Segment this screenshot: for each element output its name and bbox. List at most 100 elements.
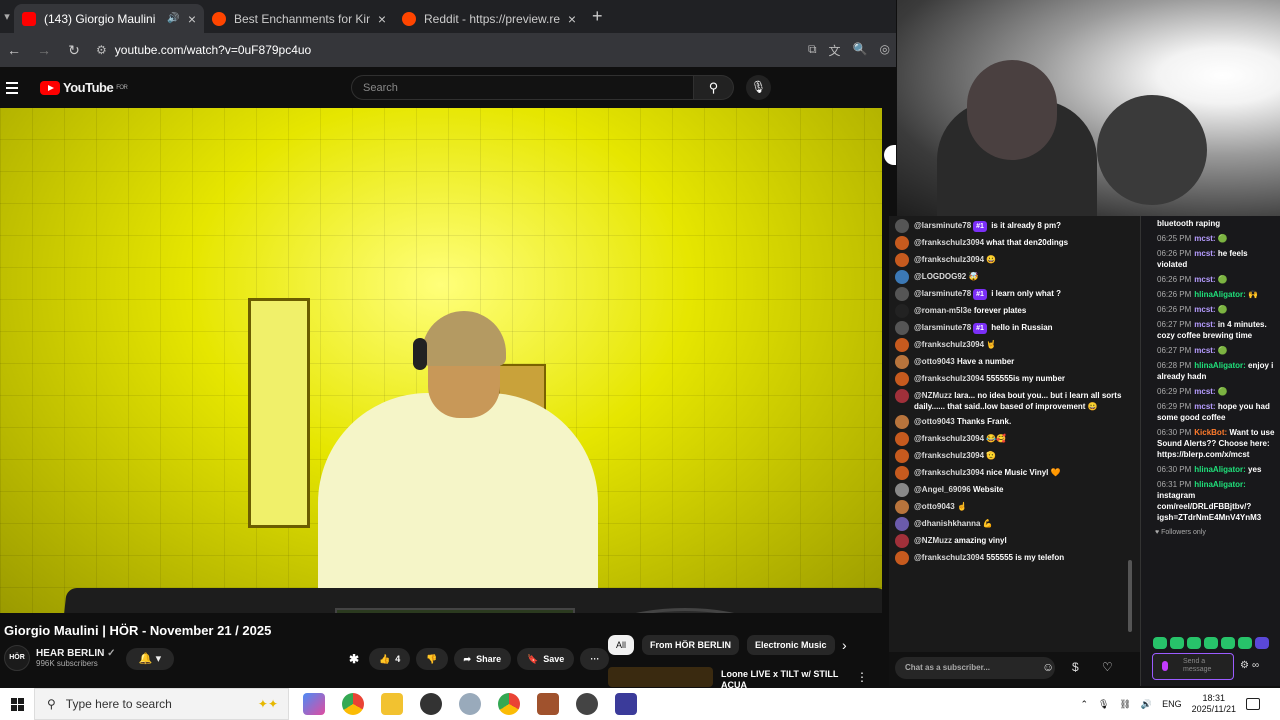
game-icon[interactable] — [537, 693, 559, 715]
app-icon[interactable] — [459, 693, 481, 715]
search-icon[interactable]: ⚲ — [694, 75, 734, 100]
chat-username[interactable]: @otto9043 — [914, 417, 955, 426]
stream-chat-username[interactable]: mcst: — [1194, 346, 1215, 355]
chat-avatar[interactable] — [895, 219, 909, 233]
save-button[interactable]: 🔖 Save — [517, 648, 575, 670]
chat-username[interactable]: @NZMuzz — [914, 391, 952, 400]
copilot-icon[interactable] — [303, 693, 325, 715]
chat-avatar[interactable] — [895, 253, 909, 267]
channel-avatar[interactable]: HÖR — [4, 645, 30, 671]
emote-icon[interactable] — [1238, 637, 1252, 649]
tracking-protection-icon[interactable]: ◎ — [880, 42, 890, 59]
chevron-right-icon[interactable]: › — [842, 637, 847, 653]
dislike-button[interactable]: 👎 — [416, 648, 448, 670]
taskbar-search[interactable]: ⚲ Type here to search ✦✦ — [34, 688, 289, 720]
notification-icon[interactable] — [1246, 698, 1260, 710]
microphone-icon[interactable]: 🎙 — [1098, 699, 1109, 710]
reload-icon[interactable]: ↻ — [66, 42, 82, 59]
close-tab-icon[interactable]: × — [378, 11, 386, 27]
network-icon[interactable]: ⛓ — [1119, 699, 1130, 710]
stream-chat-username[interactable]: mcst: — [1194, 320, 1215, 329]
obs-icon[interactable] — [576, 693, 598, 715]
tab-enchantments[interactable]: Best Enchanments for King's Ed × — [204, 4, 394, 33]
chat-avatar[interactable] — [895, 338, 909, 352]
app-icon[interactable] — [420, 693, 442, 715]
chat-avatar[interactable] — [895, 270, 909, 284]
chat-avatar[interactable] — [895, 389, 909, 403]
stream-chat-username[interactable]: mcst: — [1194, 402, 1215, 411]
chat-username[interactable]: @NZMuzz — [914, 536, 952, 545]
infinity-icon[interactable]: ∞ — [1252, 660, 1262, 671]
back-arrow-icon[interactable]: ← — [6, 42, 22, 58]
emote-icon[interactable] — [1153, 637, 1167, 649]
new-tab-plus-icon[interactable]: + — [592, 6, 603, 27]
chat-avatar[interactable] — [895, 321, 909, 335]
emote-icon[interactable] — [1221, 637, 1235, 649]
like-button[interactable]: 👍 4 — [369, 648, 411, 670]
chat-username[interactable]: @frankschulz3094 — [914, 451, 984, 460]
tab-youtube[interactable]: (143) Giorgio Maulini | HÖR 🔊 × — [14, 4, 204, 33]
chat-avatar[interactable] — [895, 304, 909, 318]
chat-username[interactable]: @frankschulz3094 — [914, 434, 984, 443]
emote-icon[interactable] — [1170, 637, 1184, 649]
chat-username[interactable]: @frankschulz3094 — [914, 374, 984, 383]
chevron-up-icon[interactable]: ⌃ — [1080, 699, 1088, 710]
tab-reddit[interactable]: Reddit - https://preview.redd.it × — [394, 4, 584, 33]
stream-chat-username[interactable]: KickBot: — [1194, 428, 1227, 437]
chat-username[interactable]: @Angel_69096 — [914, 485, 971, 494]
forward-arrow-icon[interactable]: → — [36, 42, 52, 58]
stream-chat-username[interactable]: mcst: — [1194, 249, 1215, 258]
menu-icon[interactable] — [6, 81, 30, 94]
chat-avatar[interactable] — [895, 500, 909, 514]
emote-icon[interactable] — [1187, 637, 1201, 649]
more-actions-button[interactable]: ··· — [580, 648, 610, 670]
chat-scrollbar[interactable] — [1128, 560, 1132, 632]
chip-from-channel[interactable]: From HÖR BERLIN — [642, 635, 740, 655]
heart-icon[interactable]: ♡ — [1102, 660, 1113, 674]
clock[interactable]: 18:31 2025/11/21 — [1192, 693, 1236, 715]
volume-icon[interactable]: 🔊 — [1141, 699, 1152, 710]
chat-username[interactable]: @otto9043 — [914, 502, 955, 511]
stream-chat-username[interactable]: mcst: — [1194, 387, 1215, 396]
channel-name[interactable]: HEAR BERLIN — [36, 648, 104, 659]
more-vert-icon[interactable]: ⋮ — [856, 670, 868, 684]
chat-avatar[interactable] — [895, 287, 909, 301]
chat-username[interactable]: @frankschulz3094 — [914, 340, 984, 349]
chat-avatar[interactable] — [895, 534, 909, 548]
chrome-icon[interactable] — [498, 693, 520, 715]
chat-avatar[interactable] — [895, 415, 909, 429]
close-tab-icon[interactable]: × — [188, 11, 196, 27]
chat-input[interactable]: Chat as a subscriber... — [895, 657, 1055, 679]
zoom-icon[interactable]: 🔍 — [853, 42, 868, 59]
file-explorer-icon[interactable] — [381, 693, 403, 715]
chat-username[interactable]: @roman-m5l3e — [914, 306, 972, 315]
stream-chat-username[interactable]: hlinaAligator: — [1194, 361, 1246, 370]
video-player[interactable]: 🔔 — [0, 108, 882, 613]
install-app-icon[interactable]: ⧉ — [808, 42, 817, 59]
chat-avatar[interactable] — [895, 236, 909, 250]
chat-avatar[interactable] — [895, 517, 909, 531]
chat-username[interactable]: @frankschulz3094 — [914, 553, 984, 562]
chrome-icon[interactable] — [342, 693, 364, 715]
translate-icon[interactable]: 文 — [829, 42, 841, 59]
speaker-icon[interactable]: 🔊 — [167, 13, 179, 24]
chat-username[interactable]: @frankschulz3094 — [914, 255, 984, 264]
chat-username[interactable]: @dhanishkhanna — [914, 519, 980, 528]
search-input[interactable]: Search — [351, 75, 694, 100]
close-tab-icon[interactable]: × — [568, 11, 576, 27]
chat-username[interactable]: @larsminute78 — [914, 289, 971, 298]
super-chat-icon[interactable]: $ — [1072, 660, 1079, 674]
chip-all[interactable]: All — [608, 635, 635, 655]
share-button[interactable]: ➦ Share — [453, 648, 512, 670]
chat-avatar[interactable] — [895, 372, 909, 386]
chat-avatar[interactable] — [895, 432, 909, 446]
chat-username[interactable]: @frankschulz3094 — [914, 468, 984, 477]
mic-icon[interactable] — [1162, 661, 1168, 671]
app-icon[interactable] — [615, 693, 637, 715]
stream-chat-username[interactable]: hlinaAligator: — [1194, 480, 1246, 489]
stream-chat-username[interactable]: hlinaAligator: — [1194, 465, 1246, 474]
voice-search-mic-icon[interactable]: 🎙 — [746, 75, 771, 100]
chat-avatar[interactable] — [895, 466, 909, 480]
side-panel-tab[interactable] — [884, 145, 896, 165]
settings-icon[interactable]: ⚙ — [1240, 660, 1252, 671]
